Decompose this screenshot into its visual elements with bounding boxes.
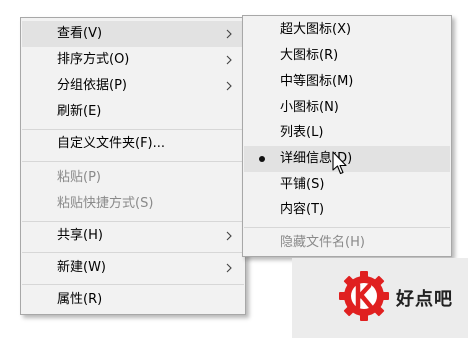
menu-item-label: 内容(T) [280, 202, 325, 217]
menu-item-label: 列表(L) [280, 125, 324, 140]
submenu-item-medium-icons[interactable]: 中等图标(M) [244, 69, 450, 95]
menu-item-label: 粘贴快捷方式(S) [57, 196, 154, 211]
menu-separator [22, 284, 244, 285]
chevron-right-icon [224, 81, 234, 91]
chevron-right-icon [224, 55, 234, 65]
menu-item-label: 属性(R) [57, 292, 103, 307]
menu-separator [22, 252, 244, 253]
menu-separator [22, 221, 244, 222]
gear-logo-icon [336, 268, 392, 324]
chevron-right-icon [224, 29, 234, 39]
menu-item-new[interactable]: 新建(W) [22, 255, 244, 281]
menu-item-properties[interactable]: 属性(R) [22, 287, 244, 313]
submenu-item-hide-file-names[interactable]: 隐藏文件名(H) [244, 230, 450, 256]
menu-item-label: 新建(W) [57, 260, 106, 275]
menu-item-label: 分组依据(P) [57, 78, 127, 93]
menu-separator [22, 161, 244, 162]
menu-item-label: 隐藏文件名(H) [280, 235, 365, 250]
menu-item-share[interactable]: 共享(H) [22, 223, 244, 249]
menu-item-label: 超大图标(X) [280, 22, 352, 37]
menu-item-label: 粘贴(P) [57, 170, 101, 185]
menu-item-customize-folder[interactable]: 自定义文件夹(F)... [22, 131, 244, 157]
watermark: 好点吧 [292, 258, 468, 338]
menu-item-paste-shortcut[interactable]: 粘贴快捷方式(S) [22, 191, 244, 217]
menu-item-paste[interactable]: 粘贴(P) [22, 165, 244, 191]
chevron-right-icon [224, 263, 234, 273]
menu-item-refresh[interactable]: 刷新(E) [22, 99, 244, 125]
menu-item-view[interactable]: 查看(V) [22, 21, 244, 47]
radio-bullet-icon [259, 156, 265, 162]
menu-item-label: 共享(H) [57, 228, 103, 243]
mouse-cursor-icon [332, 151, 348, 177]
menu-item-sort-by[interactable]: 排序方式(O) [22, 47, 244, 73]
menu-item-group-by[interactable]: 分组依据(P) [22, 73, 244, 99]
menu-item-label: 刷新(E) [57, 104, 102, 119]
menu-item-label: 平铺(S) [280, 177, 325, 192]
menu-item-label: 查看(V) [57, 26, 103, 41]
menu-item-label: 排序方式(O) [57, 52, 130, 67]
submenu-item-extra-large-icons[interactable]: 超大图标(X) [244, 17, 450, 43]
watermark-text: 好点吧 [396, 289, 453, 310]
menu-item-label: 自定义文件夹(F)... [57, 136, 166, 151]
menu-item-label: 中等图标(M) [280, 74, 354, 89]
submenu-item-large-icons[interactable]: 大图标(R) [244, 43, 450, 69]
chevron-right-icon [224, 231, 234, 241]
menu-separator [244, 227, 450, 228]
context-menu: 查看(V) 排序方式(O) 分组依据(P) 刷新(E) 自定义文件夹(F)...… [20, 17, 246, 315]
submenu-item-content[interactable]: 内容(T) [244, 197, 450, 223]
menu-separator [22, 129, 244, 130]
menu-item-label: 大图标(R) [280, 48, 339, 63]
menu-item-label: 小图标(N) [280, 100, 339, 115]
submenu-item-list[interactable]: 列表(L) [244, 120, 450, 146]
view-submenu: 超大图标(X) 大图标(R) 中等图标(M) 小图标(N) 列表(L) 详细信息… [242, 15, 452, 257]
submenu-item-small-icons[interactable]: 小图标(N) [244, 95, 450, 121]
